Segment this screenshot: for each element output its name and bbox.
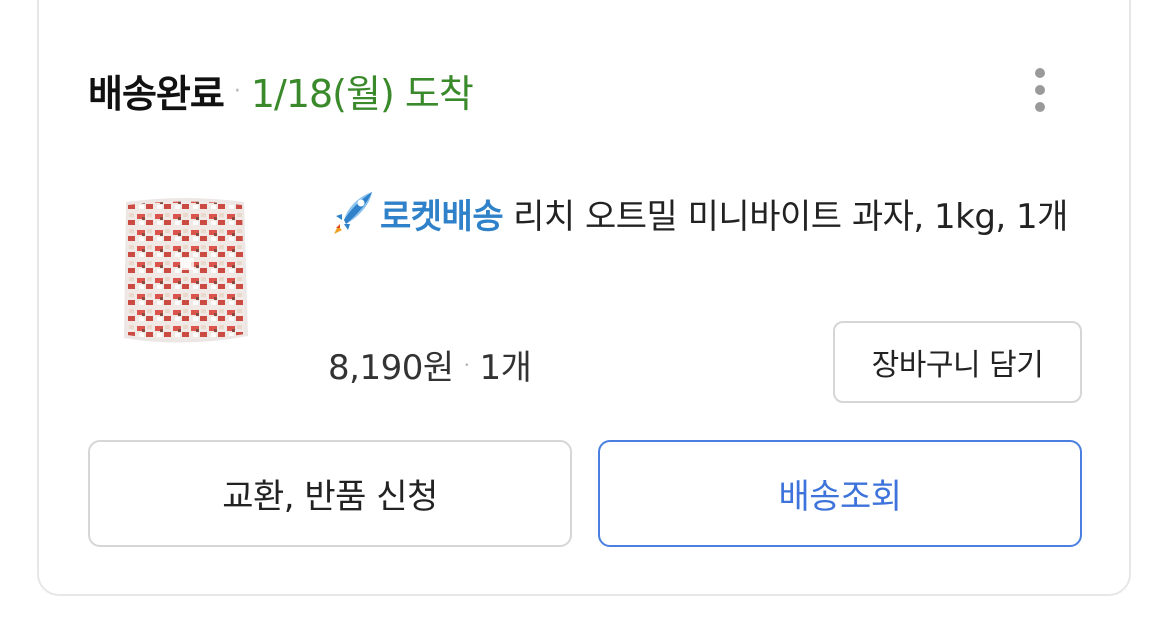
rocket-delivery-label: 로켓배송: [380, 197, 504, 237]
track-delivery-button[interactable]: 배송조회: [598, 440, 1082, 547]
price-row: 8,190원 · 1개: [328, 336, 532, 392]
exchange-return-button[interactable]: 교환, 반품 신청: [88, 440, 572, 547]
order-header: 배송완료 · 1/18(월) 도착: [88, 62, 474, 118]
product-name: 리치 오트밀 미니바이트 과자, 1kg, 1개: [513, 197, 1068, 237]
separator-dot: ·: [463, 353, 470, 377]
arrival-date: 1/18(월) 도착: [250, 71, 474, 116]
product-price: 8,190원: [328, 347, 454, 388]
product-quantity: 1개: [479, 347, 532, 388]
product-thumbnail[interactable]: [118, 196, 253, 348]
more-vertical-icon[interactable]: [1018, 60, 1062, 120]
rocket-icon: [334, 192, 372, 234]
separator-dot: ·: [233, 78, 241, 104]
add-to-cart-button[interactable]: 장바구니 담기: [833, 321, 1082, 403]
delivery-status: 배송완료: [88, 71, 225, 116]
product-title[interactable]: 로켓배송 리치 오트밀 미니바이트 과자, 1kg, 1개: [328, 184, 1088, 250]
